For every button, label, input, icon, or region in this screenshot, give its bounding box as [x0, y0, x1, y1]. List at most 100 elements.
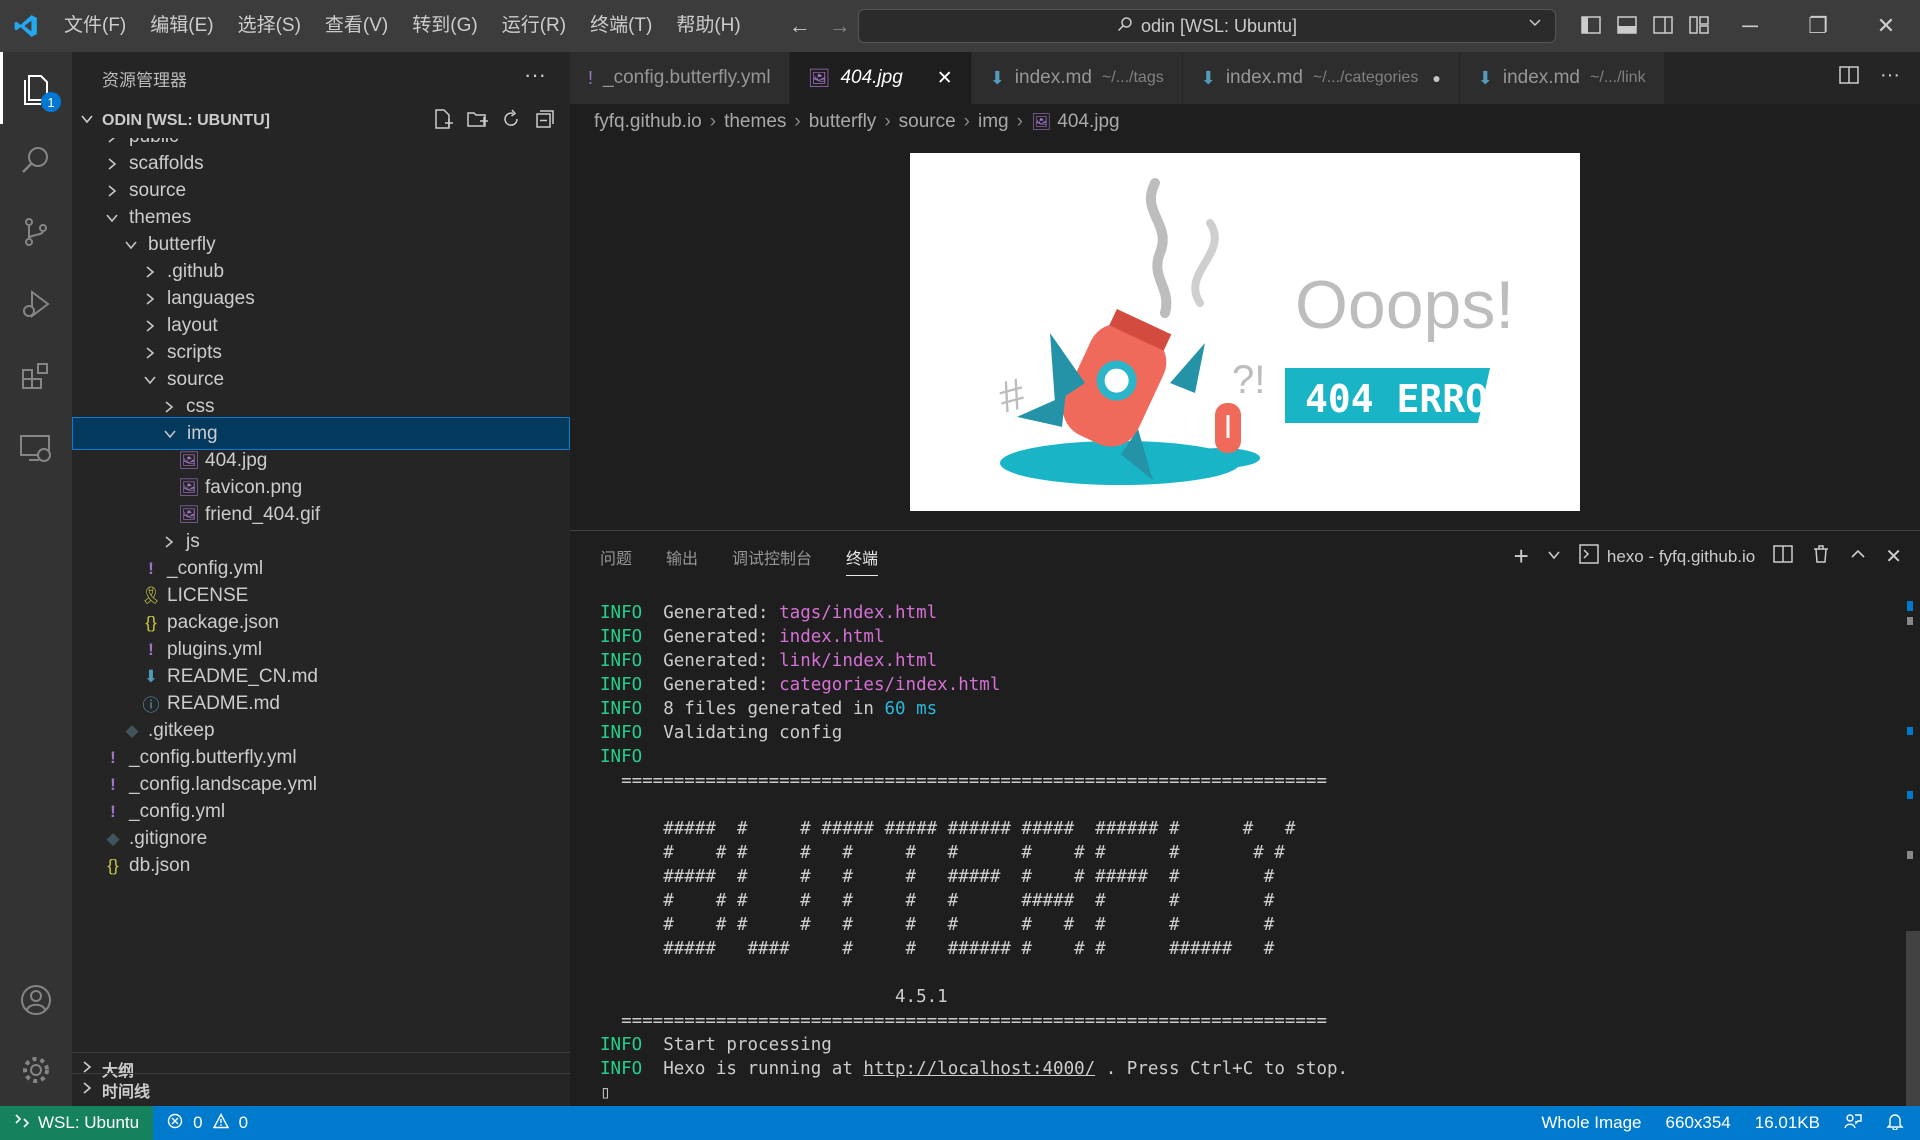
extensions-icon[interactable] — [0, 340, 72, 412]
collapse-all-icon[interactable] — [534, 108, 556, 135]
close-tab-icon[interactable]: ✕ — [937, 67, 953, 90]
tree-item-label: scaffolds — [129, 152, 204, 174]
chevron-right-icon — [101, 138, 123, 144]
forward-arrow-icon[interactable]: → — [829, 13, 851, 39]
chevron-down-icon[interactable] — [1547, 547, 1561, 567]
close-window-icon[interactable]: ✕ — [1852, 0, 1920, 52]
terminal-scrollbar[interactable] — [1906, 601, 1920, 1107]
new-file-icon[interactable] — [432, 108, 454, 135]
warning-count: 0 — [238, 1113, 249, 1132]
menu-item[interactable]: 选择(S) — [226, 0, 313, 52]
editor-tab[interactable]: ! _config.butterfly.yml — [570, 52, 790, 104]
menu-item[interactable]: 查看(V) — [313, 0, 400, 52]
editor-tab[interactable]: ⬇ index.md ~/.../tags — [971, 52, 1183, 104]
split-terminal-icon[interactable] — [1773, 544, 1793, 569]
minimize-icon[interactable]: ─ — [1716, 0, 1784, 52]
breadcrumb-item[interactable]: img — [978, 111, 1009, 133]
new-folder-icon[interactable] — [466, 108, 488, 135]
remote-indicator[interactable]: WSL: Ubuntu — [0, 1106, 154, 1140]
panel-tab[interactable]: 终端 — [846, 545, 879, 576]
markdown-file-icon: ⬇ — [989, 67, 1005, 88]
tree-item-label: source — [167, 368, 225, 390]
panel-tab[interactable]: 输出 — [666, 545, 698, 576]
menu-item[interactable]: 文件(F) — [52, 0, 138, 52]
explorer-icon[interactable]: 1 — [0, 52, 72, 124]
chevron-down-icon — [120, 238, 142, 252]
refresh-icon[interactable] — [500, 108, 522, 135]
menu-item[interactable]: 编辑(E) — [138, 0, 225, 52]
tree-item-label: plugins.yml — [167, 638, 263, 660]
tab-label: index.md — [1225, 67, 1303, 88]
terminal-name[interactable]: hexo - fyfq.github.io — [1607, 547, 1755, 567]
split-editor-icon[interactable] — [1838, 64, 1860, 91]
workspace-name: ODIN [WSL: UBUNTU] — [102, 112, 270, 129]
markdown-file-icon: ⬇ — [143, 666, 159, 686]
back-arrow-icon[interactable]: ← — [789, 13, 811, 39]
search-activity-icon[interactable] — [0, 124, 72, 196]
explorer-title: 资源管理器 — [102, 70, 187, 90]
search-icon — [1117, 16, 1133, 37]
more-actions-icon[interactable]: ··· — [524, 62, 546, 88]
notifications-bell-icon[interactable] — [1886, 1112, 1904, 1135]
settings-gear-icon[interactable] — [0, 1034, 72, 1106]
tree-item-label: scripts — [167, 341, 222, 363]
editor-tab[interactable]: ⬇ index.md ~/.../categories ● — [1182, 52, 1460, 104]
new-terminal-icon[interactable]: + — [1514, 541, 1529, 572]
toggle-secondary-sidebar-icon[interactable] — [1652, 14, 1674, 41]
menu-item[interactable]: 帮助(H) — [664, 0, 752, 52]
git-file-icon: ◆ — [125, 720, 139, 740]
tree-item-label: .gitignore — [129, 827, 208, 849]
terminal-segment: 8 files generated in — [663, 699, 885, 719]
command-center-search[interactable]: odin [WSL: Ubuntu] — [858, 9, 1556, 43]
question-glyph: ?! — [1232, 358, 1265, 402]
close-panel-icon[interactable]: ✕ — [1885, 544, 1902, 569]
panel-tab[interactable]: 调试控制台 — [732, 545, 812, 576]
panel-tab[interactable]: 问题 — [600, 545, 632, 576]
feedback-icon[interactable] — [1844, 1112, 1862, 1135]
chevron-right-icon — [139, 292, 161, 306]
menu-item[interactable]: 终端(T) — [578, 0, 664, 52]
chevron-right-icon — [80, 1081, 94, 1100]
editor-tab-bar: ! _config.butterfly.yml 🖼 404.jpg ✕ ⬇ index.md… — [570, 52, 1920, 104]
terminal-segment: categories/index.html — [779, 675, 1001, 695]
terminal-segment: Generated: — [663, 627, 780, 647]
tree-item-label: butterfly — [148, 233, 216, 255]
run-debug-icon[interactable] — [0, 268, 72, 340]
menu-item[interactable]: 转到(G) — [400, 0, 489, 52]
customize-layout-icon[interactable] — [1688, 14, 1710, 41]
breadcrumb-item[interactable]: themes — [724, 111, 786, 133]
breadcrumb-item[interactable]: butterfly — [809, 111, 877, 133]
unsaved-dot-icon[interactable]: ● — [1432, 70, 1440, 86]
tree-item-label: img — [187, 422, 218, 444]
toggle-panel-icon[interactable] — [1616, 14, 1638, 41]
trash-icon[interactable] — [1811, 544, 1831, 569]
toggle-primary-sidebar-icon[interactable] — [1580, 14, 1602, 41]
breadcrumb-item[interactable]: 404.jpg — [1057, 111, 1119, 133]
terminal-segment: INFO — [600, 627, 664, 647]
remote-explorer-icon[interactable] — [0, 412, 72, 484]
workspace-section-header[interactable]: ODIN [WSL: UBUNTU] — [72, 104, 570, 138]
activity-bar: 1 — [0, 52, 72, 1106]
tab-label: index.md — [1014, 67, 1092, 88]
terminal-segment: INFO — [600, 699, 664, 719]
error-icon — [167, 1113, 183, 1134]
editor-tab[interactable]: 🖼 404.jpg ✕ — [789, 52, 972, 104]
maximize-panel-icon[interactable] — [1849, 545, 1867, 568]
menu-item[interactable]: 运行(R) — [490, 0, 578, 52]
terminal-segment: INFO — [600, 747, 664, 767]
chevron-down-icon[interactable] — [1527, 14, 1543, 35]
source-control-icon[interactable] — [0, 196, 72, 268]
accounts-icon[interactable] — [0, 964, 72, 1036]
terminal-output[interactable]: INFO Generated: tags/index.html INFO Gene… — [600, 601, 1890, 1105]
editor-tab[interactable]: ⬇ index.md ~/.../link — [1459, 52, 1665, 104]
editor-more-icon[interactable]: ··· — [1880, 64, 1900, 91]
image-view-mode[interactable]: Whole Image — [1541, 1113, 1641, 1133]
tree-file[interactable]: {} db.json — [72, 849, 570, 882]
restore-icon[interactable]: ❐ — [1784, 0, 1852, 52]
breadcrumb-item[interactable]: fyfq.github.io — [594, 111, 702, 133]
timeline-section-header[interactable]: 时间线 — [72, 1073, 570, 1106]
yaml-file-icon: ! — [110, 747, 116, 767]
terminal-segment[interactable]: http://localhost:4000/ — [863, 1059, 1095, 1079]
breadcrumb-item[interactable]: source — [899, 111, 956, 133]
problems-indicator[interactable]: 0 0 — [167, 1112, 249, 1134]
